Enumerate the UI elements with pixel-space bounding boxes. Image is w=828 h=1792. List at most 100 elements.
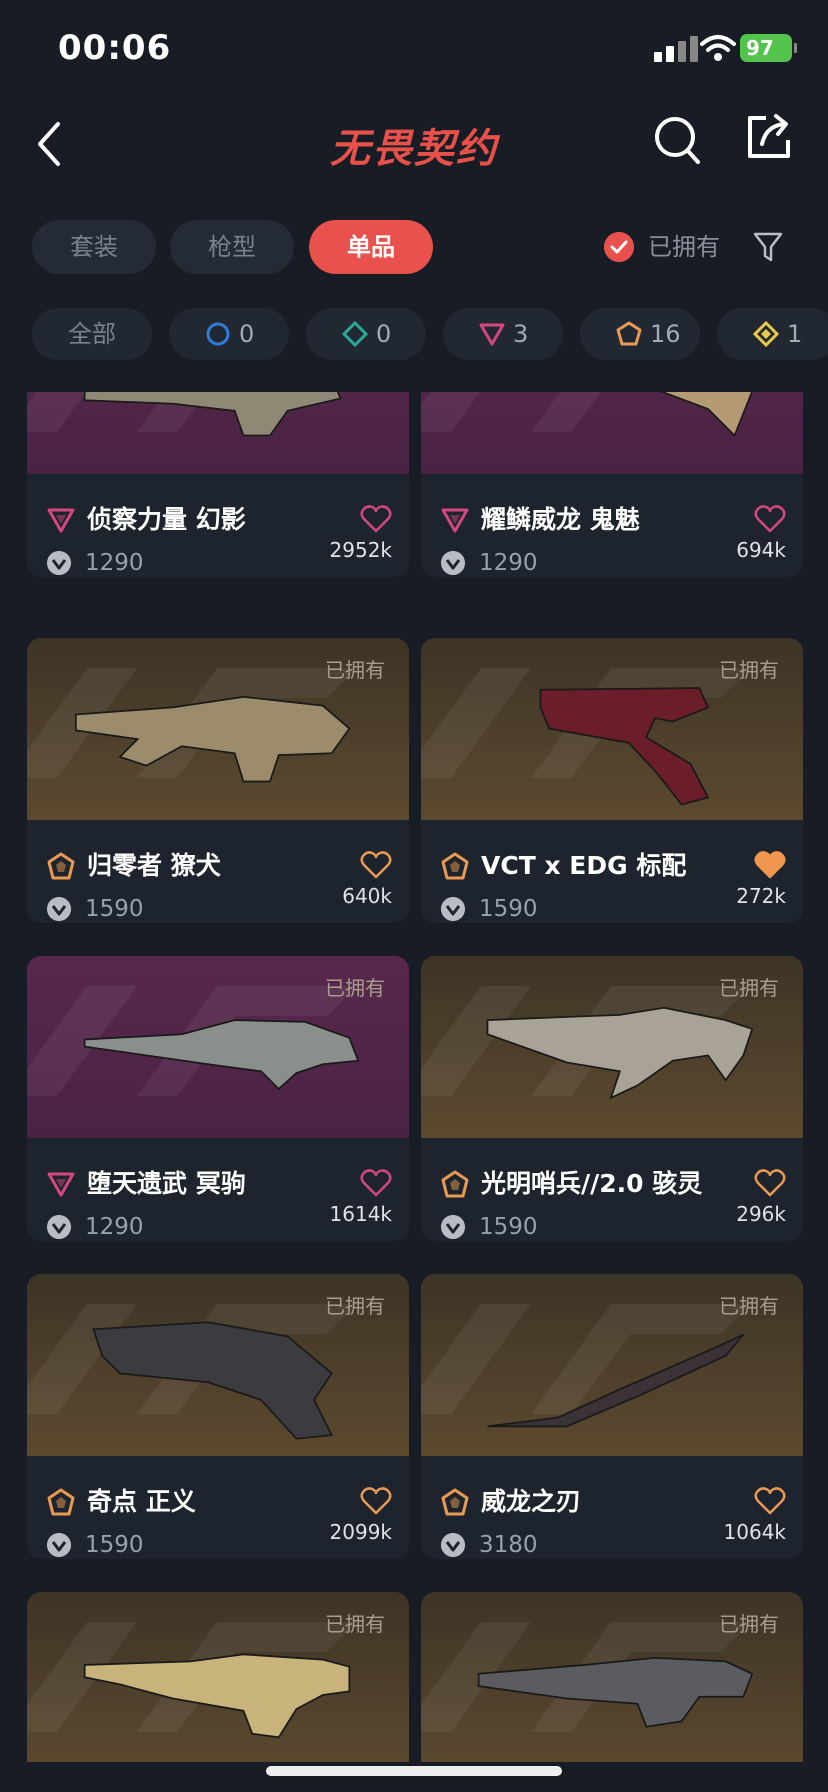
skin-card[interactable]: 已拥有 bbox=[421, 1592, 803, 1762]
rarity-filter-deluxe[interactable]: 0 bbox=[306, 308, 426, 360]
owned-tag: 已拥有 bbox=[325, 976, 385, 1000]
skin-name: 侦察力量 幻影 bbox=[87, 505, 246, 534]
skin-card[interactable]: 耀鳞威龙 鬼魅 1290 694k bbox=[421, 392, 803, 577]
owned-tag: 已拥有 bbox=[325, 658, 385, 682]
skin-card[interactable]: 已拥有 VCT x EDG 标配 1590 272k bbox=[421, 638, 803, 923]
select-tier-icon bbox=[206, 322, 230, 346]
rarity-count: 16 bbox=[650, 320, 681, 348]
premium-tier-icon bbox=[47, 508, 75, 533]
tab-weapon-type[interactable]: 枪型 bbox=[170, 220, 294, 274]
like-count: 1064k bbox=[723, 1520, 786, 1544]
tab-bundle[interactable]: 套装 bbox=[32, 220, 156, 274]
heart-icon[interactable] bbox=[754, 504, 786, 534]
rarity-count: 3 bbox=[513, 320, 529, 348]
rarity-count: 1 bbox=[787, 320, 803, 348]
tab-single-item[interactable]: 单品 bbox=[309, 220, 433, 274]
skin-name-row: 侦察力量 幻影 bbox=[47, 502, 392, 538]
skin-price: 1290 bbox=[85, 1214, 144, 1240]
search-icon[interactable] bbox=[652, 112, 702, 168]
skin-name-row: 归零者 獠犬 bbox=[47, 848, 392, 884]
skin-card[interactable]: 已拥有堕天遗武 冥驹 1290 1614k bbox=[27, 956, 409, 1241]
like-count: 2099k bbox=[329, 1520, 392, 1544]
skin-name-row: VCT x EDG 标配 bbox=[441, 848, 786, 884]
like-count: 296k bbox=[736, 1202, 786, 1226]
valorant-points-icon bbox=[441, 897, 465, 921]
status-bar: 00:06 97 bbox=[0, 0, 828, 100]
filter-icon[interactable] bbox=[752, 230, 784, 264]
skin-name: 奇点 正义 bbox=[87, 1487, 196, 1516]
skin-name: 耀鳞威龙 鬼魅 bbox=[481, 505, 640, 534]
nav-bar: 无畏契约 bbox=[0, 100, 828, 200]
valorant-points-icon bbox=[47, 897, 71, 921]
owned-filter-label: 已拥有 bbox=[648, 233, 720, 261]
valorant-points-icon bbox=[441, 551, 465, 575]
like-count: 2952k bbox=[329, 538, 392, 562]
valorant-points-icon bbox=[441, 1215, 465, 1239]
like-count: 694k bbox=[736, 538, 786, 562]
share-icon[interactable] bbox=[744, 112, 794, 162]
app-logo-title: 无畏契约 bbox=[330, 126, 498, 172]
valorant-points-icon bbox=[47, 1215, 71, 1239]
rarity-filter-ultra[interactable]: 1 bbox=[717, 308, 828, 360]
wifi-icon bbox=[700, 35, 736, 61]
weapon-render bbox=[660, 392, 753, 438]
rarity-filter-premium[interactable]: 3 bbox=[443, 308, 563, 360]
home-indicator bbox=[266, 1766, 562, 1776]
like-count: 1614k bbox=[329, 1202, 392, 1226]
heart-icon[interactable] bbox=[360, 1486, 392, 1516]
skin-price-row: 1590 296k bbox=[441, 1202, 786, 1241]
skin-price: 1590 bbox=[479, 1214, 538, 1240]
skin-card[interactable]: 已拥有 光明哨兵//2.0 骇灵 1590 296k bbox=[421, 956, 803, 1241]
skin-name: 归零者 獠犬 bbox=[87, 851, 221, 880]
heart-icon[interactable] bbox=[360, 1168, 392, 1198]
skin-image bbox=[27, 392, 409, 474]
premium-tier-icon bbox=[441, 508, 469, 533]
rarity-filter-exclusive[interactable]: 16 bbox=[580, 308, 700, 360]
exclusive-tier-icon bbox=[441, 1488, 469, 1516]
skin-name: 光明哨兵//2.0 骇灵 bbox=[481, 1169, 703, 1198]
skin-price-row: 1290 1614k bbox=[47, 1202, 392, 1241]
skin-image bbox=[421, 392, 803, 474]
exclusive-tier-icon bbox=[47, 852, 75, 880]
valorant-points-icon bbox=[47, 1533, 71, 1557]
deluxe-tier-icon bbox=[342, 321, 368, 347]
skin-card[interactable]: 已拥有 奇点 正义 1590 2099k bbox=[27, 1274, 409, 1559]
heart-icon[interactable] bbox=[754, 1168, 786, 1198]
skin-name-row: 耀鳞威龙 鬼魅 bbox=[441, 502, 786, 538]
skin-name: 堕天遗武 冥驹 bbox=[87, 1169, 246, 1198]
skin-grid: 侦察力量 幻影 1290 2952k 耀鳞威龙 鬼魅 1290 694k 已拥有 归零者 獠犬… bbox=[0, 392, 828, 1762]
skin-price: 1590 bbox=[85, 896, 144, 922]
rarity-filter-select[interactable]: 0 bbox=[169, 308, 289, 360]
skin-price-row: 1590 272k bbox=[441, 884, 786, 923]
rarity-count: 0 bbox=[239, 320, 255, 348]
skin-name-row: 光明哨兵//2.0 骇灵 bbox=[441, 1166, 786, 1202]
category-tabs: 套装 枪型 单品 已拥有 bbox=[0, 220, 828, 276]
rarity-filter-all-label: 全部 bbox=[68, 320, 116, 348]
valorant-points-icon bbox=[47, 551, 71, 575]
exclusive-tier-icon bbox=[616, 321, 642, 346]
heart-icon[interactable] bbox=[360, 504, 392, 534]
skin-price: 3180 bbox=[479, 1532, 538, 1558]
exclusive-tier-icon bbox=[441, 1170, 469, 1198]
checkmark-icon bbox=[604, 232, 634, 262]
battery-indicator: 97 bbox=[740, 34, 797, 62]
heart-icon[interactable] bbox=[754, 1486, 786, 1516]
skin-card[interactable]: 已拥有 归零者 獠犬 1590 640k bbox=[27, 638, 409, 923]
rarity-filter-all[interactable]: 全部 bbox=[32, 308, 152, 360]
skin-card[interactable]: 已拥有 威龙之刃 3180 1064k bbox=[421, 1274, 803, 1559]
skin-name: VCT x EDG 标配 bbox=[481, 851, 687, 880]
owned-tag: 已拥有 bbox=[325, 1612, 385, 1636]
skin-price: 1590 bbox=[85, 1532, 144, 1558]
heart-icon[interactable] bbox=[754, 850, 786, 880]
skin-card[interactable]: 已拥有 bbox=[27, 1592, 409, 1762]
like-count: 272k bbox=[736, 884, 786, 908]
premium-tier-icon bbox=[479, 323, 505, 346]
skin-name-row: 堕天遗武 冥驹 bbox=[47, 1166, 392, 1202]
skin-name-row: 威龙之刃 bbox=[441, 1484, 786, 1520]
exclusive-tier-icon bbox=[47, 1488, 75, 1516]
ultra-tier-icon bbox=[753, 321, 779, 347]
heart-icon[interactable] bbox=[360, 850, 392, 880]
skin-card[interactable]: 侦察力量 幻影 1290 2952k bbox=[27, 392, 409, 577]
skin-price: 1590 bbox=[479, 896, 538, 922]
skin-price-row: 1290 2952k bbox=[47, 538, 392, 577]
